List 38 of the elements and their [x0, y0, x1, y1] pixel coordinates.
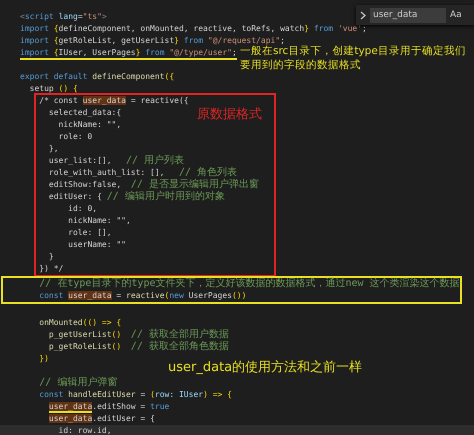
code-line: /* const user_data = reactive({: [38, 95, 189, 107]
match-case-toggle[interactable]: Aa: [450, 10, 462, 20]
code-line: userName: "": [67, 239, 126, 251]
code-line: user_data.editUser = {: [48, 413, 155, 425]
code-line: nickName: "",: [67, 215, 131, 227]
code-line: nickName: "",: [58, 119, 122, 131]
code-line: // 在type目录下的type文件夹下，定义好该数据的数据格式，通过new 这个类渲染这个数据: [38, 278, 460, 290]
code-line: user_data.editShow = true: [48, 401, 170, 413]
code-line: <script lang="ts">: [20, 11, 107, 23]
code-line: export default defineComponent({: [20, 71, 174, 83]
code-line: const handleEditUser = (row: IUser) => {: [38, 389, 232, 401]
find-input[interactable]: user_data: [370, 8, 446, 22]
code-line: p_getRoleList() // 获取全部角色数据: [48, 341, 229, 353]
code-line: role: 0: [58, 131, 92, 143]
code-line: }: [48, 251, 54, 263]
code-line: const user_data = reactive(new UserPages()): [38, 290, 246, 302]
chevron-right-icon[interactable]: [360, 10, 366, 20]
code-line: setup () {: [28, 83, 78, 95]
code-line: role_with_auth_list: [], // 角色列表: [48, 167, 238, 178]
code-line: import {getRoleList, getUserList} from "@/request/api";: [20, 35, 285, 46]
code-line: // 编辑用户弹窗: [38, 377, 118, 389]
annotation-note: 一般在src目录下，创建type目录用于确定我们要用到的字段的数据格式: [240, 45, 467, 72]
code-line: },: [48, 143, 59, 155]
code-line: import {defineComponent, onMounted, reactive, toRefs, watch} from 'vue';: [20, 23, 367, 35]
code-line: editUser: { // 编辑用户时用到的对象: [48, 191, 225, 203]
code-line: onMounted(() => {: [38, 317, 122, 329]
code-line: editShow:false, // 是否显示编辑用户弹出窗: [48, 179, 259, 190]
code-line: }): [38, 353, 49, 365]
annotation-note: user_data的使用方法和之前一样: [168, 361, 362, 375]
code-line: id: row.id,: [58, 425, 112, 435]
code-line: user_list:[], // 用户列表: [48, 155, 184, 167]
code-line: import {IUser, UserPages} from "@/type/user";: [20, 48, 237, 60]
code-line: selected_data:{: [48, 107, 122, 119]
code-line: role: [],: [67, 227, 112, 239]
code-line: id: 0,: [67, 203, 98, 215]
code-line: p_getUserList() // 获取全部用户数据: [48, 329, 229, 340]
annotation-note: 原数据格式: [197, 106, 262, 123]
code-line: }) */: [38, 263, 64, 275]
